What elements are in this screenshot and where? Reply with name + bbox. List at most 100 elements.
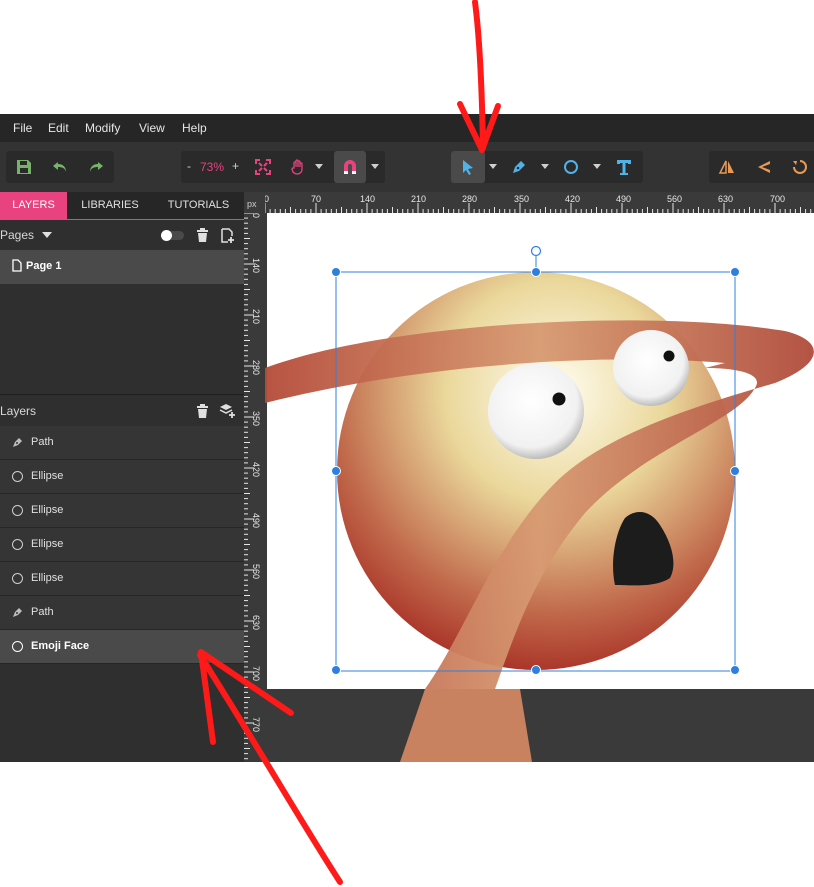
undo-button[interactable]: [42, 151, 78, 183]
resize-handle-bottom[interactable]: [531, 665, 541, 675]
pen-icon: [513, 161, 525, 173]
pages-list-area: [0, 284, 244, 395]
tab-layers[interactable]: LAYERS: [0, 192, 67, 219]
flip-vertical-button[interactable]: [747, 151, 781, 183]
resize-handle-bottom-left[interactable]: [331, 665, 341, 675]
layer-row-path-1[interactable]: Path: [0, 426, 244, 460]
tab-tutorials[interactable]: TUTORIALS: [153, 192, 244, 219]
ruler-left: 0 140 210 280 350 420 490 560 630 700 77…: [244, 213, 265, 762]
right-eye-ellipse: [613, 330, 689, 406]
fit-screen-icon: [255, 159, 271, 175]
page-item[interactable]: Page 1: [0, 250, 244, 284]
resize-handle-left[interactable]: [331, 466, 341, 476]
ruler-tick-label: 560: [667, 194, 683, 204]
flip-vertical-icon: [758, 161, 770, 173]
rotate-icon: [793, 160, 807, 174]
ruler-top: 0 70 140 210 280 350 420 490 560 630 700: [244, 192, 814, 213]
fit-screen-button[interactable]: [251, 151, 275, 183]
page-icon: [12, 259, 22, 272]
pages-collapse-icon[interactable]: [42, 232, 52, 238]
hand-icon: [291, 159, 303, 175]
zoom-in-button[interactable]: +: [232, 159, 239, 173]
resize-handle-top[interactable]: [531, 267, 541, 277]
layer-row-ellipse-1[interactable]: Ellipse: [0, 460, 244, 494]
save-button[interactable]: [6, 151, 42, 183]
menu-modify[interactable]: Modify: [85, 121, 120, 135]
shape-dropdown-icon[interactable]: [593, 164, 601, 169]
resize-handle-right[interactable]: [730, 466, 740, 476]
snap-toggle-button[interactable]: [334, 151, 366, 183]
menu-view[interactable]: View: [139, 121, 165, 135]
right-pupil-ellipse: [663, 350, 675, 362]
zoom-out-button[interactable]: -: [187, 159, 191, 173]
left-eye-ellipse: [488, 363, 584, 459]
pan-tool-button[interactable]: [285, 151, 311, 183]
tab-libraries[interactable]: LIBRARIES: [67, 192, 153, 219]
view-controls-group: - 73% +: [181, 151, 385, 183]
magnet-icon: [344, 160, 356, 174]
ellipse-tool-button[interactable]: [557, 151, 585, 183]
ruler-tick-label: 350: [251, 411, 261, 427]
ruler-tick-label: 70: [311, 194, 322, 204]
pen-path-icon: [13, 438, 22, 447]
layer-label: Ellipse: [31, 572, 64, 584]
pages-header: Pages: [0, 220, 244, 250]
ruler-tick-label: 700: [770, 194, 786, 204]
ruler-tick-label: 280: [462, 194, 478, 204]
ruler-tick-label: 420: [565, 194, 581, 204]
layer-row-ellipse-2[interactable]: Ellipse: [0, 494, 244, 528]
resize-handle-top-left[interactable]: [331, 267, 341, 277]
layer-label: Path: [31, 436, 54, 448]
snap-dropdown-icon[interactable]: [371, 164, 379, 169]
resize-handle-bottom-right[interactable]: [730, 665, 740, 675]
ruler-corner: px: [244, 192, 265, 213]
menu-help[interactable]: Help: [182, 121, 207, 135]
ruler-tick-label: 700: [251, 666, 261, 682]
layer-label: Emoji Face: [31, 640, 90, 652]
drawing-canvas[interactable]: [265, 213, 814, 762]
ruler-tick-label: 210: [251, 309, 261, 325]
ruler-tick-label: 350: [514, 194, 530, 204]
pages-visibility-toggle[interactable]: [161, 230, 184, 241]
text-tool-button[interactable]: [609, 151, 639, 183]
pages-title: Pages: [0, 228, 35, 242]
ruler-tick-label: 490: [251, 513, 261, 529]
ruler-tick-label: 140: [360, 194, 376, 204]
add-layer-icon[interactable]: [219, 403, 236, 419]
transform-tools-group: [709, 151, 814, 183]
pen-tool-button[interactable]: [505, 151, 533, 183]
rotate-button[interactable]: [783, 151, 814, 183]
layer-label: Ellipse: [31, 538, 64, 550]
menu-edit[interactable]: Edit: [48, 121, 69, 135]
flip-horizontal-button[interactable]: [709, 151, 745, 183]
select-tool-button[interactable]: [451, 151, 485, 183]
layers-header: Layers: [0, 396, 244, 426]
ruler-tick-label: 630: [251, 615, 261, 631]
layer-row-ellipse-3[interactable]: Ellipse: [0, 528, 244, 562]
redo-button[interactable]: [78, 151, 114, 183]
resize-handle-top-right[interactable]: [730, 267, 740, 277]
delete-layer-icon[interactable]: [196, 404, 209, 418]
layer-row-ellipse-4[interactable]: Ellipse: [0, 562, 244, 596]
pen-dropdown-icon[interactable]: [541, 164, 549, 169]
pan-dropdown-icon[interactable]: [315, 164, 323, 169]
toolbar: - 73% +: [0, 142, 814, 192]
delete-page-icon[interactable]: [196, 228, 209, 242]
select-dropdown-icon[interactable]: [489, 164, 497, 169]
menu-file[interactable]: File: [13, 121, 32, 135]
left-pupil-ellipse: [552, 392, 566, 406]
text-icon: [617, 160, 631, 175]
layer-row-path-2[interactable]: Path: [0, 596, 244, 630]
emoji-artwork[interactable]: [265, 213, 814, 762]
drawing-tools-group: [451, 151, 643, 183]
ruler-tick-label: 560: [251, 564, 261, 580]
layer-row-emoji-face[interactable]: Emoji Face: [0, 630, 244, 664]
ruler-tick-label: 140: [251, 258, 261, 274]
flip-horizontal-icon: [718, 160, 734, 174]
ruler-unit: px: [247, 199, 257, 209]
ruler-tick-label: 770: [251, 717, 261, 733]
ellipse-layer-icon: [12, 505, 23, 516]
add-page-icon[interactable]: [221, 228, 235, 243]
rotation-handle[interactable]: [530, 245, 542, 257]
zoom-level[interactable]: 73%: [200, 160, 224, 174]
